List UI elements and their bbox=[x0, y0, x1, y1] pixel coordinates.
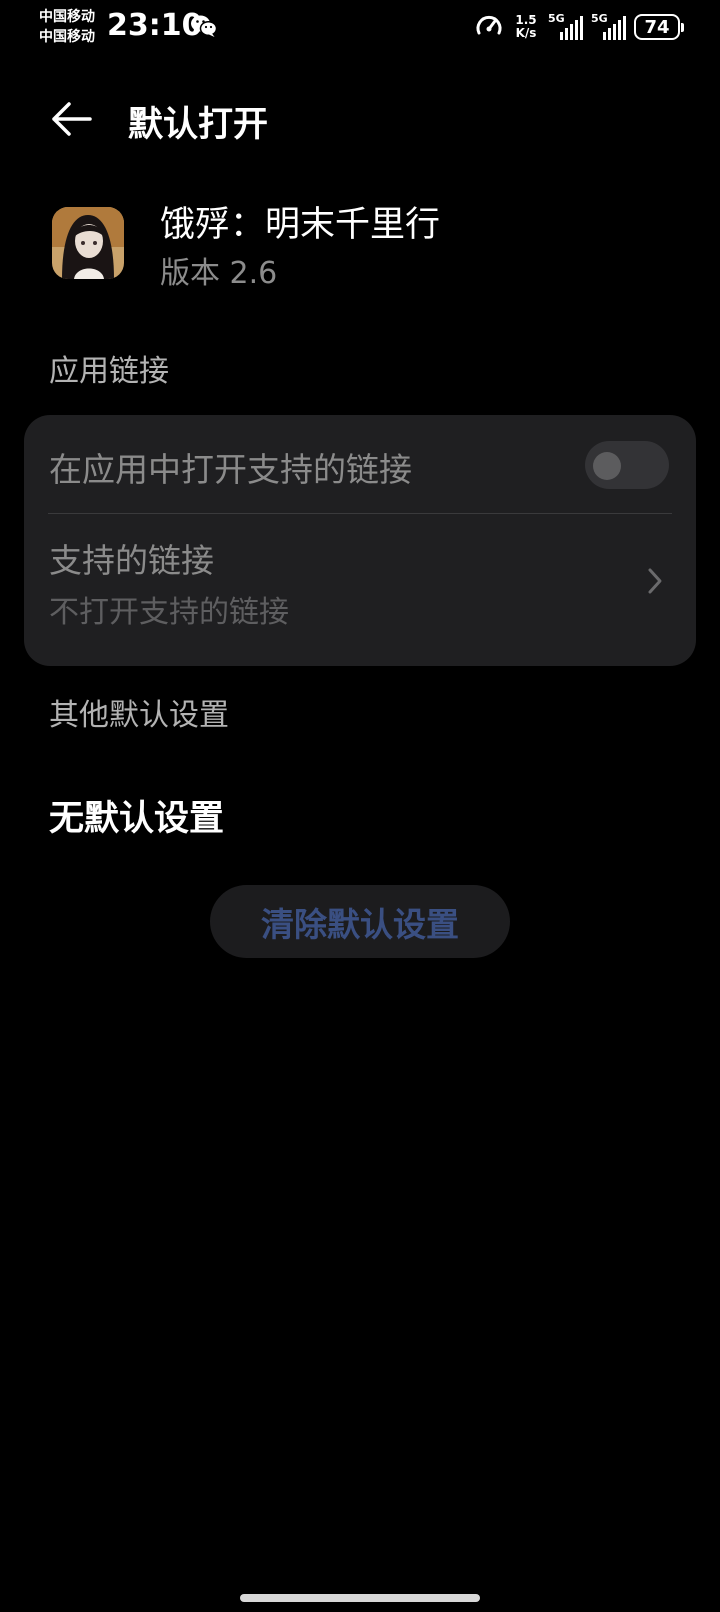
clear-defaults-button[interactable]: 清除默认设置 bbox=[210, 885, 510, 958]
signal-icon-sim1: 5G bbox=[548, 12, 583, 40]
carrier-names: 中国移动 中国移动 bbox=[39, 7, 95, 47]
page-title: 默认打开 bbox=[128, 105, 269, 145]
open-supported-links-label: 在应用中打开支持的链接 bbox=[49, 450, 412, 489]
section-label-app-links: 应用链接 bbox=[49, 354, 169, 389]
wechat-icon bbox=[191, 15, 218, 37]
carrier-2: 中国移动 bbox=[39, 29, 95, 45]
status-icons: 1.5 K/s 5G 5G 74 bbox=[474, 10, 684, 44]
open-supported-links-toggle[interactable] bbox=[585, 441, 669, 489]
open-supported-links-row[interactable]: 在应用中打开支持的链接 bbox=[49, 437, 669, 489]
network-speed-unit: K/s bbox=[515, 26, 537, 40]
section-label-other-defaults: 其他默认设置 bbox=[49, 698, 229, 733]
app-links-card: 在应用中打开支持的链接 支持的链接 不打开支持的链接 bbox=[24, 415, 696, 666]
speed-meter-icon bbox=[476, 15, 502, 35]
supported-links-title: 支持的链接 bbox=[49, 541, 214, 580]
clock: 23:10 bbox=[107, 8, 203, 43]
default-settings-status: 无默认设置 bbox=[49, 799, 225, 839]
supported-links-value: 不打开支持的链接 bbox=[49, 595, 289, 630]
carrier-1: 中国移动 bbox=[39, 9, 95, 25]
toggle-knob bbox=[593, 452, 621, 480]
status-bar: 中国移动 中国移动 23:10 1.5 K/s 5G 5G 74 bbox=[0, 0, 720, 56]
app-name: 饿殍：明末千里行 bbox=[160, 205, 441, 245]
sim2-network-type: 5G bbox=[591, 12, 608, 25]
sim1-network-type: 5G bbox=[548, 12, 565, 25]
supported-links-row[interactable]: 支持的链接 不打开支持的链接 bbox=[49, 530, 669, 640]
app-icon bbox=[52, 207, 124, 279]
app-version: 版本 2.6 bbox=[160, 256, 278, 291]
network-speed: 1.5 K/s bbox=[512, 14, 540, 40]
divider bbox=[48, 513, 672, 514]
back-arrow-icon[interactable] bbox=[50, 99, 92, 139]
chevron-right-icon bbox=[648, 568, 662, 594]
battery-level: 74 bbox=[644, 16, 670, 38]
signal-icon-sim2: 5G bbox=[591, 12, 626, 40]
battery-icon: 74 bbox=[634, 14, 684, 40]
home-indicator[interactable] bbox=[240, 1594, 480, 1602]
